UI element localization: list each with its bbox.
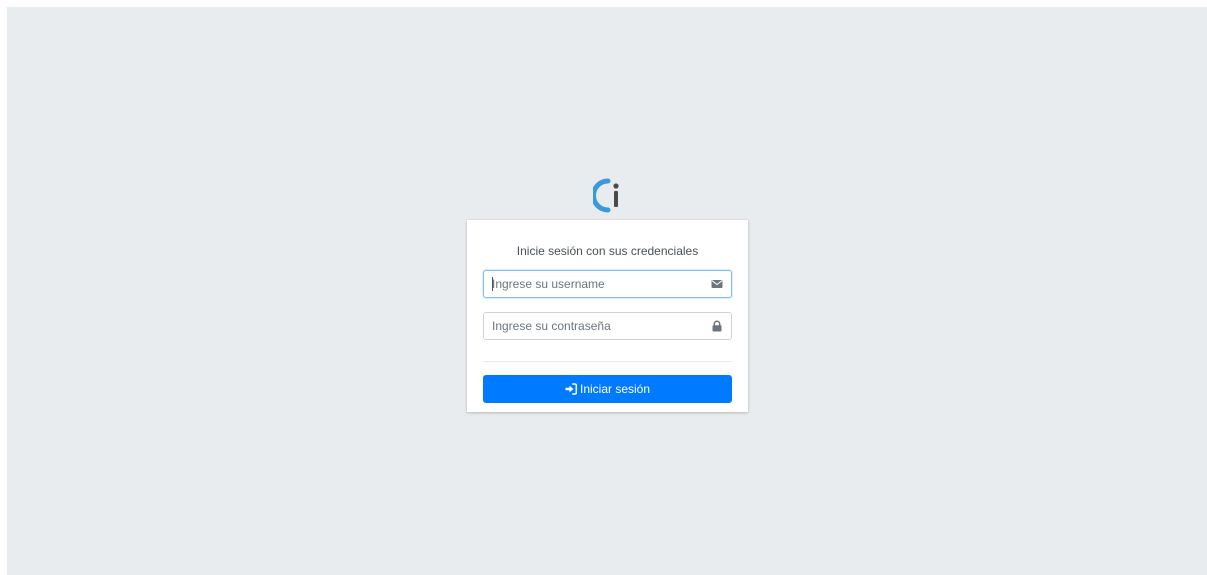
password-field-group <box>483 312 732 340</box>
text-cursor <box>492 277 493 291</box>
login-card: Inicie sesión con sus credenciales Inici… <box>467 220 748 412</box>
username-input[interactable] <box>484 271 702 297</box>
form-divider <box>483 361 732 362</box>
login-message: Inicie sesión con sus credenciales <box>516 244 699 258</box>
lock-icon <box>712 320 722 332</box>
sign-in-icon <box>565 383 577 395</box>
login-page-background: Inicie sesión con sus credenciales Inici… <box>7 7 1207 575</box>
username-field-group <box>483 270 732 298</box>
login-button[interactable]: Iniciar sesión <box>483 375 732 403</box>
password-input[interactable] <box>484 313 702 339</box>
envelope-icon <box>711 280 723 288</box>
login-button-label: Iniciar sesión <box>579 382 651 396</box>
app-logo <box>593 178 619 213</box>
